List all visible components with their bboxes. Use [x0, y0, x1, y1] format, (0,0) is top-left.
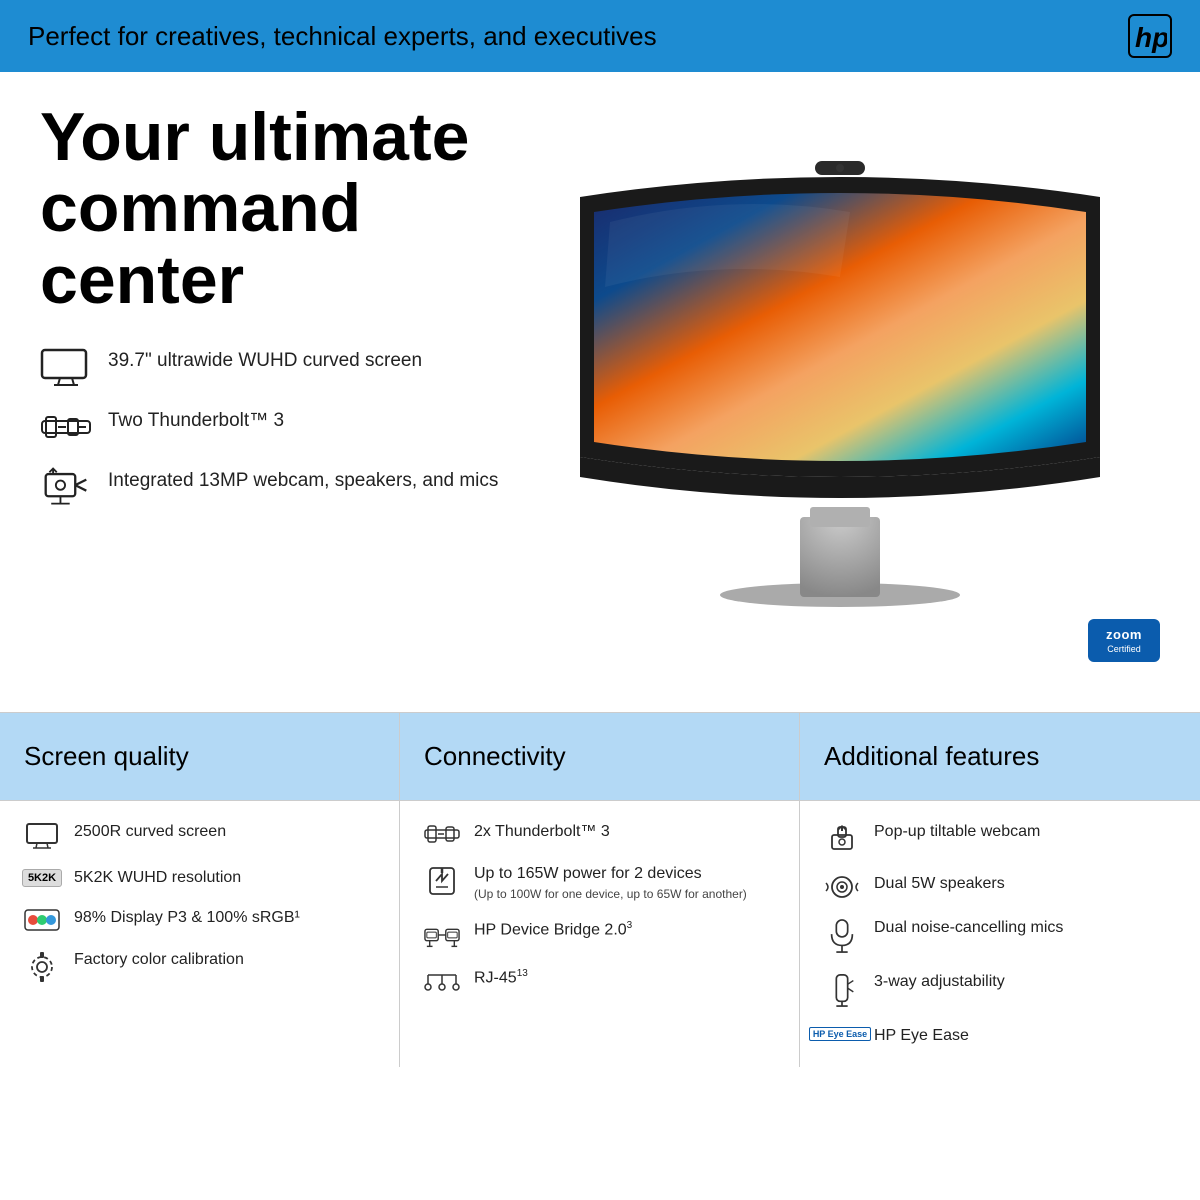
connectivity-col: Connectivity 2x Thunderbolt™ 3 [400, 713, 800, 1067]
factory-calibration-row: Factory color calibration [24, 949, 375, 983]
zoom-text: zoom [1098, 627, 1150, 642]
hero-feature-1: 39.7" ultrawide WUHD curved screen [40, 348, 520, 386]
screen-quality-col: Screen quality 2500R curved screen 5K2K [0, 713, 400, 1067]
top-banner: Perfect for creatives, technical experts… [0, 0, 1200, 72]
5k2k-text: 5K2K WUHD resolution [74, 867, 241, 889]
hero-title: Your ultimate command center [40, 102, 520, 316]
bridge-text: HP Device Bridge 2.03 [474, 919, 632, 941]
speakers-text: Dual 5W speakers [874, 873, 1005, 895]
rj45-row: RJ-4513 [424, 967, 775, 991]
certified-text: Certified [1098, 644, 1150, 654]
power-text: Up to 165W power for 2 devices [474, 865, 702, 882]
additional-features-header: Additional features [800, 713, 1200, 801]
factory-calibration-text: Factory color calibration [74, 949, 244, 971]
zoom-badge: zoom Certified [1088, 619, 1160, 662]
screen-quality-content: 2500R curved screen 5K2K 5K2K WUHD resol… [0, 801, 399, 1003]
hero-feature-1-text: 39.7" ultrawide WUHD curved screen [108, 348, 422, 374]
thunderbolt-conn-icon [424, 821, 460, 845]
curved-screen-row: 2500R curved screen [24, 821, 375, 849]
mics-text: Dual noise-cancelling mics [874, 917, 1063, 939]
popup-webcam-row: Pop-up tiltable webcam [824, 821, 1176, 855]
5k2k-badge: 5K2K [22, 869, 62, 887]
banner-text: Perfect for creatives, technical experts… [28, 21, 657, 52]
hero-feature-3: Integrated 13MP webcam, speakers, and mi… [40, 468, 520, 506]
monitor-image [550, 137, 1130, 657]
adjustability-text: 3-way adjustability [874, 971, 1005, 993]
hero-section: Your ultimate command center 39.7" ultra… [0, 72, 1200, 712]
display-p3-row: 98% Display P3 & 100% sRGB¹ [24, 907, 375, 931]
adjust-icon [824, 971, 860, 1007]
rj45-text: RJ-4513 [474, 967, 528, 989]
curved-screen-text: 2500R curved screen [74, 821, 226, 843]
popup-webcam-icon [824, 821, 860, 855]
connectivity-content: 2x Thunderbolt™ 3 Up to 165W power for 2… [400, 801, 799, 1011]
thunderbolt-text: 2x Thunderbolt™ 3 [474, 821, 610, 843]
svg-text:hp: hp [1135, 22, 1167, 53]
power-subtext: (Up to 100W for one device, up to 65W fo… [474, 887, 747, 901]
hero-feature-2-text: Two Thunderbolt™ 3 [108, 408, 284, 434]
eyeease-label-badge: HP Eye Ease [809, 1027, 871, 1041]
display-p3-text: 98% Display P3 & 100% sRGB¹ [74, 907, 300, 929]
thunderbolt-row: 2x Thunderbolt™ 3 [424, 821, 775, 845]
screen-quality-header: Screen quality [0, 713, 399, 801]
connectivity-header: Connectivity [400, 713, 799, 801]
power-row: Up to 165W power for 2 devices (Up to 10… [424, 863, 775, 901]
thunderbolt-hero-icon [40, 408, 92, 446]
rj45-icon [424, 967, 460, 991]
bottom-grid: Screen quality 2500R curved screen 5K2K [0, 712, 1200, 1067]
additional-features-col: Additional features Pop-up tiltable webc… [800, 713, 1200, 1067]
popup-webcam-text: Pop-up tiltable webcam [874, 821, 1040, 843]
eyeease-badge-icon: HP Eye Ease [824, 1025, 860, 1041]
curved-monitor-icon [24, 821, 60, 849]
speakers-row: Dual 5W speakers [824, 873, 1176, 899]
bridge-icon [424, 919, 460, 949]
5k2k-badge-icon: 5K2K [24, 867, 60, 887]
color-dots-icon [24, 907, 60, 931]
mic-icon [824, 917, 860, 953]
speakers-icon [824, 873, 860, 899]
hero-feature-3-text: Integrated 13MP webcam, speakers, and mi… [108, 468, 498, 494]
webcam-hero-icon [40, 468, 92, 506]
bridge-row: HP Device Bridge 2.03 [424, 919, 775, 949]
hp-logo: hp [1128, 14, 1172, 58]
eyeease-row: HP Eye Ease HP Eye Ease [824, 1025, 1176, 1047]
monitor-hero-icon [40, 348, 92, 386]
additional-features-content: Pop-up tiltable webcam Dual 5W speakers [800, 801, 1200, 1067]
hero-left: Your ultimate command center 39.7" ultra… [40, 102, 520, 692]
5k2k-row: 5K2K 5K2K WUHD resolution [24, 867, 375, 889]
hero-right: zoom Certified [520, 102, 1160, 692]
calibration-gear-icon [24, 949, 60, 983]
hero-features: 39.7" ultrawide WUHD curved screen Two T… [40, 348, 520, 506]
eyeease-text: HP Eye Ease [874, 1025, 969, 1047]
power-icon [424, 863, 460, 897]
power-text-group: Up to 165W power for 2 devices (Up to 10… [474, 863, 747, 901]
adjustability-row: 3-way adjustability [824, 971, 1176, 1007]
hero-feature-2: Two Thunderbolt™ 3 [40, 408, 520, 446]
mics-row: Dual noise-cancelling mics [824, 917, 1176, 953]
